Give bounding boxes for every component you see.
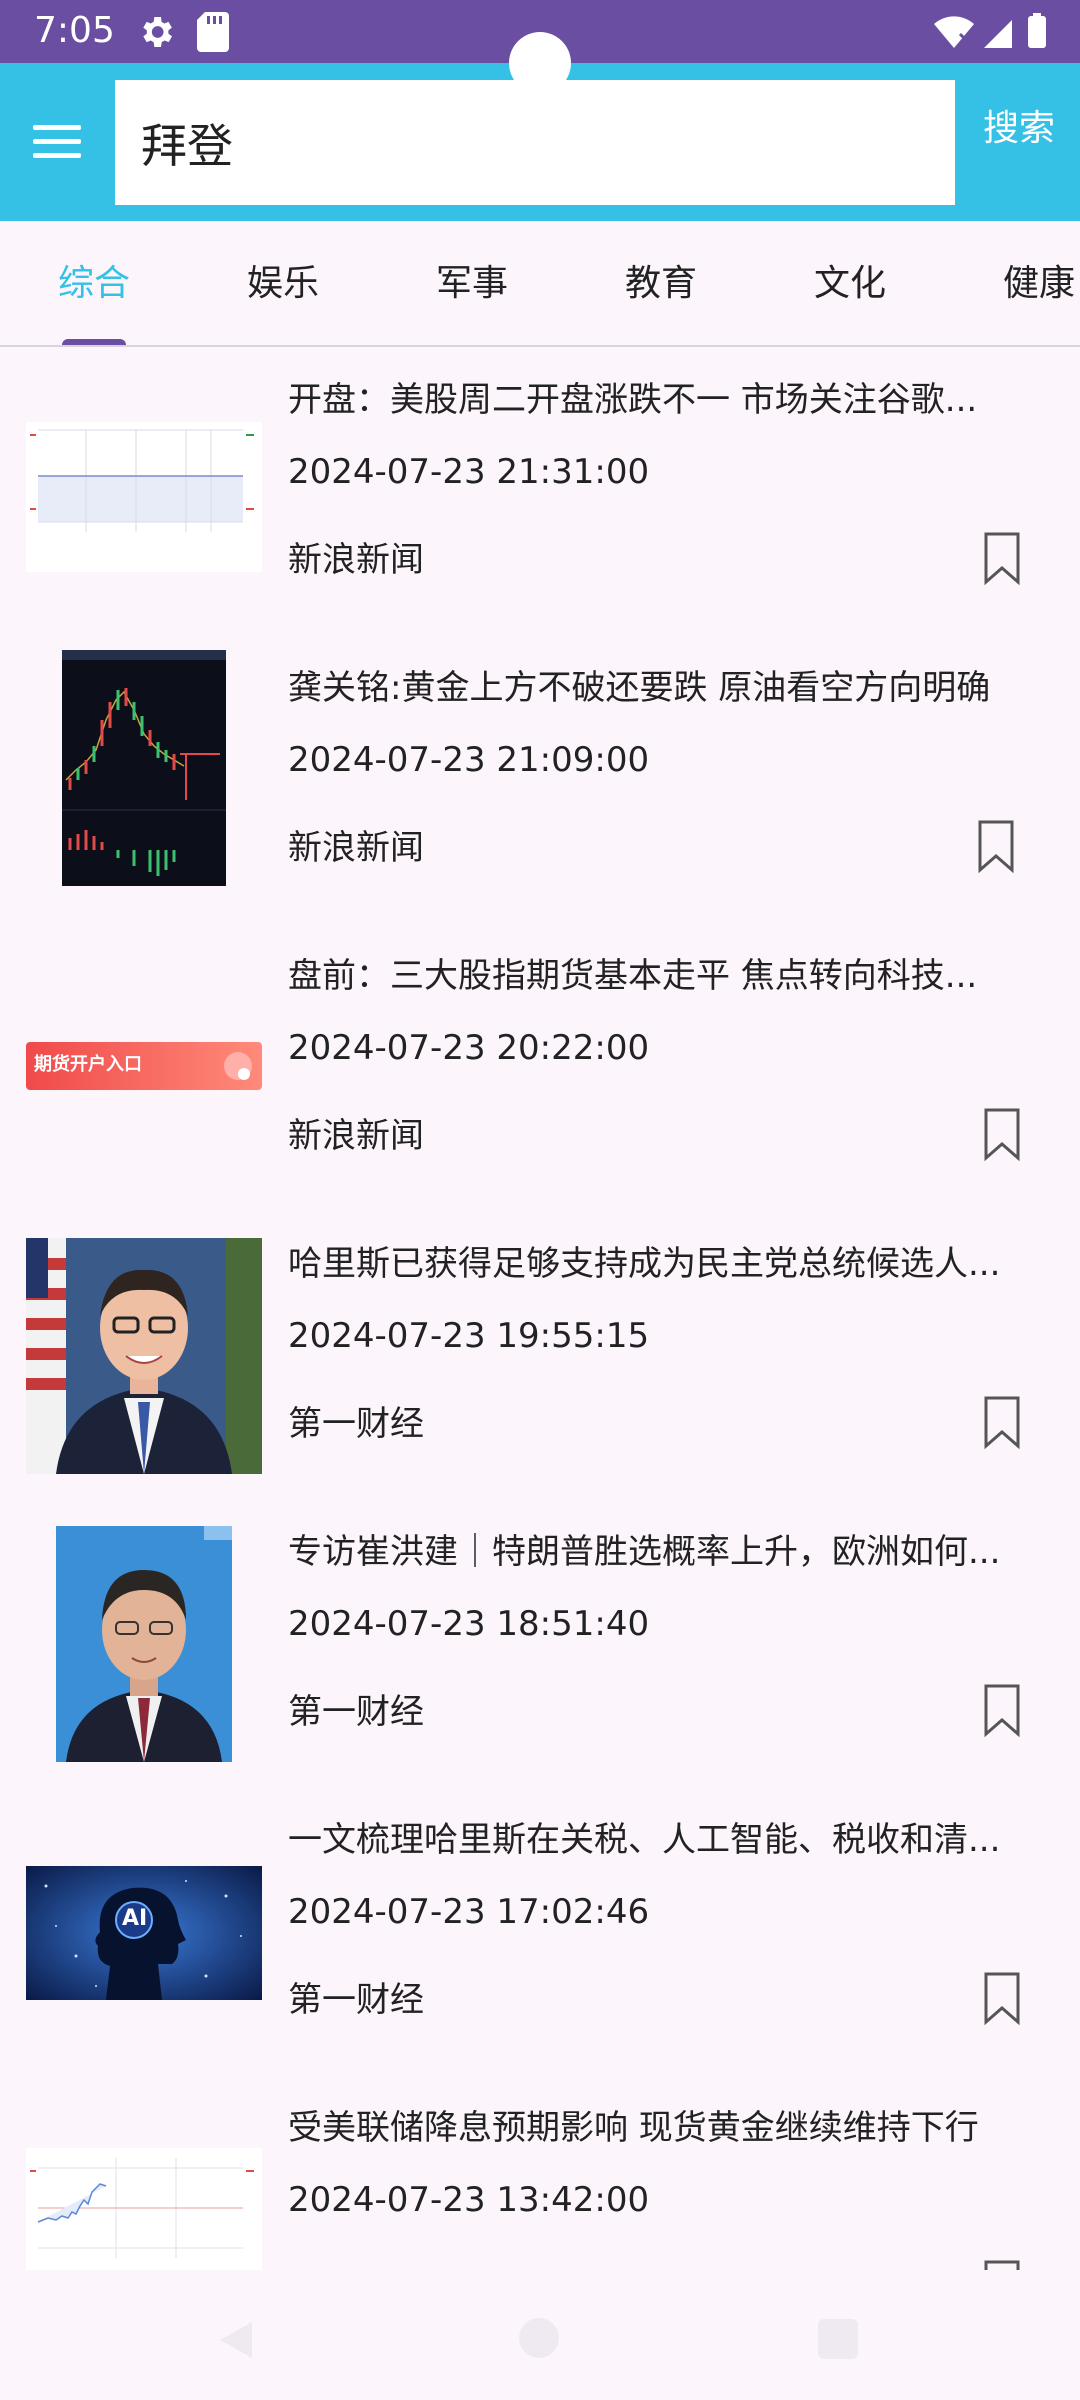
tab-zonghe[interactable]: 综合 [24, 221, 164, 345]
bookmark-icon[interactable] [980, 1394, 1024, 1450]
battery-icon [1028, 16, 1046, 48]
status-icons [934, 13, 1046, 48]
news-title: 一文梳理哈里斯在关税、人工智能、税收和清... [288, 1820, 1001, 1860]
thumbnail-portrait-flags [26, 1238, 262, 1474]
home-icon[interactable] [519, 2318, 559, 2358]
menu-icon[interactable] [24, 113, 90, 169]
status-time: 7:05 [34, 10, 115, 51]
news-source: 新浪新闻 [288, 2260, 424, 2270]
camera-notch [509, 32, 571, 94]
news-source: 第一财经 [288, 1692, 424, 1732]
news-item[interactable]: 开盘：美股周二开盘涨跌不一 市场关注谷歌... 2024-07-23 21:31… [0, 350, 1080, 638]
news-item[interactable]: 龚关铭:黄金上方不破还要跌 原油看空方向明确 2024-07-23 21:09:… [0, 638, 1080, 926]
news-item[interactable]: 受美联储降息预期影响 现货黄金继续维持下行 2024-07-23 13:42:0… [0, 2078, 1080, 2270]
news-time: 2024-07-23 13:42:00 [288, 2180, 650, 2220]
thumbnail-candlestick-chart [62, 650, 226, 886]
bookmark-icon[interactable] [980, 1106, 1024, 1162]
news-source: 第一财经 [288, 1404, 424, 1444]
news-item[interactable]: AI 一文梳理哈里斯在关税、人工智能、税收和清... 2024-07-23 17… [0, 1790, 1080, 2078]
bookmark-icon[interactable] [980, 2258, 1024, 2270]
tab-indicator [62, 339, 126, 345]
news-title: 盘前：三大股指期货基本走平 焦点转向科技... [288, 956, 978, 996]
sd-card-icon [197, 12, 229, 52]
news-list: 开盘：美股周二开盘涨跌不一 市场关注谷歌... 2024-07-23 21:31… [0, 350, 1080, 2270]
news-source: 新浪新闻 [288, 828, 424, 868]
news-title: 龚关铭:黄金上方不破还要跌 原油看空方向明确 [288, 668, 991, 708]
tab-wenhua[interactable]: 文化 [780, 221, 920, 345]
news-source: 新浪新闻 [288, 1116, 424, 1156]
news-time: 2024-07-23 21:31:00 [288, 452, 650, 492]
news-title: 受美联储降息预期影响 现货黄金继续维持下行 [288, 2108, 979, 2148]
tab-jiaoyu[interactable]: 教育 [591, 221, 731, 345]
ai-label: AI [122, 1906, 148, 1931]
search-input[interactable] [115, 80, 955, 205]
news-title: 专访崔洪建｜特朗普胜选概率上升，欧洲如何... [288, 1532, 1001, 1572]
news-time: 2024-07-23 18:51:40 [288, 1604, 650, 1644]
cell-signal-icon [984, 20, 1012, 48]
search-button[interactable]: 搜索 [958, 99, 1080, 159]
gear-icon [143, 17, 172, 47]
system-nav-bar [0, 2270, 1080, 2400]
tab-yule[interactable]: 娱乐 [213, 221, 353, 345]
thumbnail-gold-price-chart [26, 2148, 262, 2270]
bookmark-icon[interactable] [974, 818, 1018, 874]
thumbnail-ai-head [26, 1866, 262, 2000]
news-source: 新浪新闻 [288, 540, 424, 580]
bookmark-icon[interactable] [980, 1682, 1024, 1738]
news-time: 2024-07-23 17:02:46 [288, 1892, 650, 1932]
bookmark-icon[interactable] [980, 530, 1024, 586]
news-item[interactable]: 哈里斯已获得足够支持成为民主党总统候选人... 2024-07-23 19:55… [0, 1214, 1080, 1502]
news-time: 2024-07-23 19:55:15 [288, 1316, 650, 1356]
news-item[interactable]: 专访崔洪建｜特朗普胜选概率上升，欧洲如何... 2024-07-23 18:51… [0, 1502, 1080, 1790]
news-item[interactable]: 期货开户入口 盘前：三大股指期货基本走平 焦点转向科技... 2024-07-2… [0, 926, 1080, 1214]
category-tabs: 综合 娱乐 军事 教育 文化 健康 [0, 221, 1080, 347]
news-title: 哈里斯已获得足够支持成为民主党总统候选人... [288, 1244, 1001, 1284]
thumbnail-portrait-blue [56, 1526, 232, 1762]
news-time: 2024-07-23 20:22:00 [288, 1028, 650, 1068]
tab-junshi[interactable]: 军事 [402, 221, 542, 345]
wifi-off-icon [934, 16, 974, 48]
recent-apps-icon[interactable] [818, 2319, 858, 2359]
tab-jiankang[interactable]: 健康 [969, 221, 1080, 345]
banner-text: 期货开户入口 [34, 1054, 142, 1075]
news-time: 2024-07-23 21:09:00 [288, 740, 650, 780]
news-title: 开盘：美股周二开盘涨跌不一 市场关注谷歌... [288, 380, 978, 420]
news-source: 第一财经 [288, 1980, 424, 2020]
back-icon[interactable] [214, 2318, 258, 2362]
bookmark-icon[interactable] [980, 1970, 1024, 2026]
thumbnail-stock-index-chart [26, 422, 262, 572]
